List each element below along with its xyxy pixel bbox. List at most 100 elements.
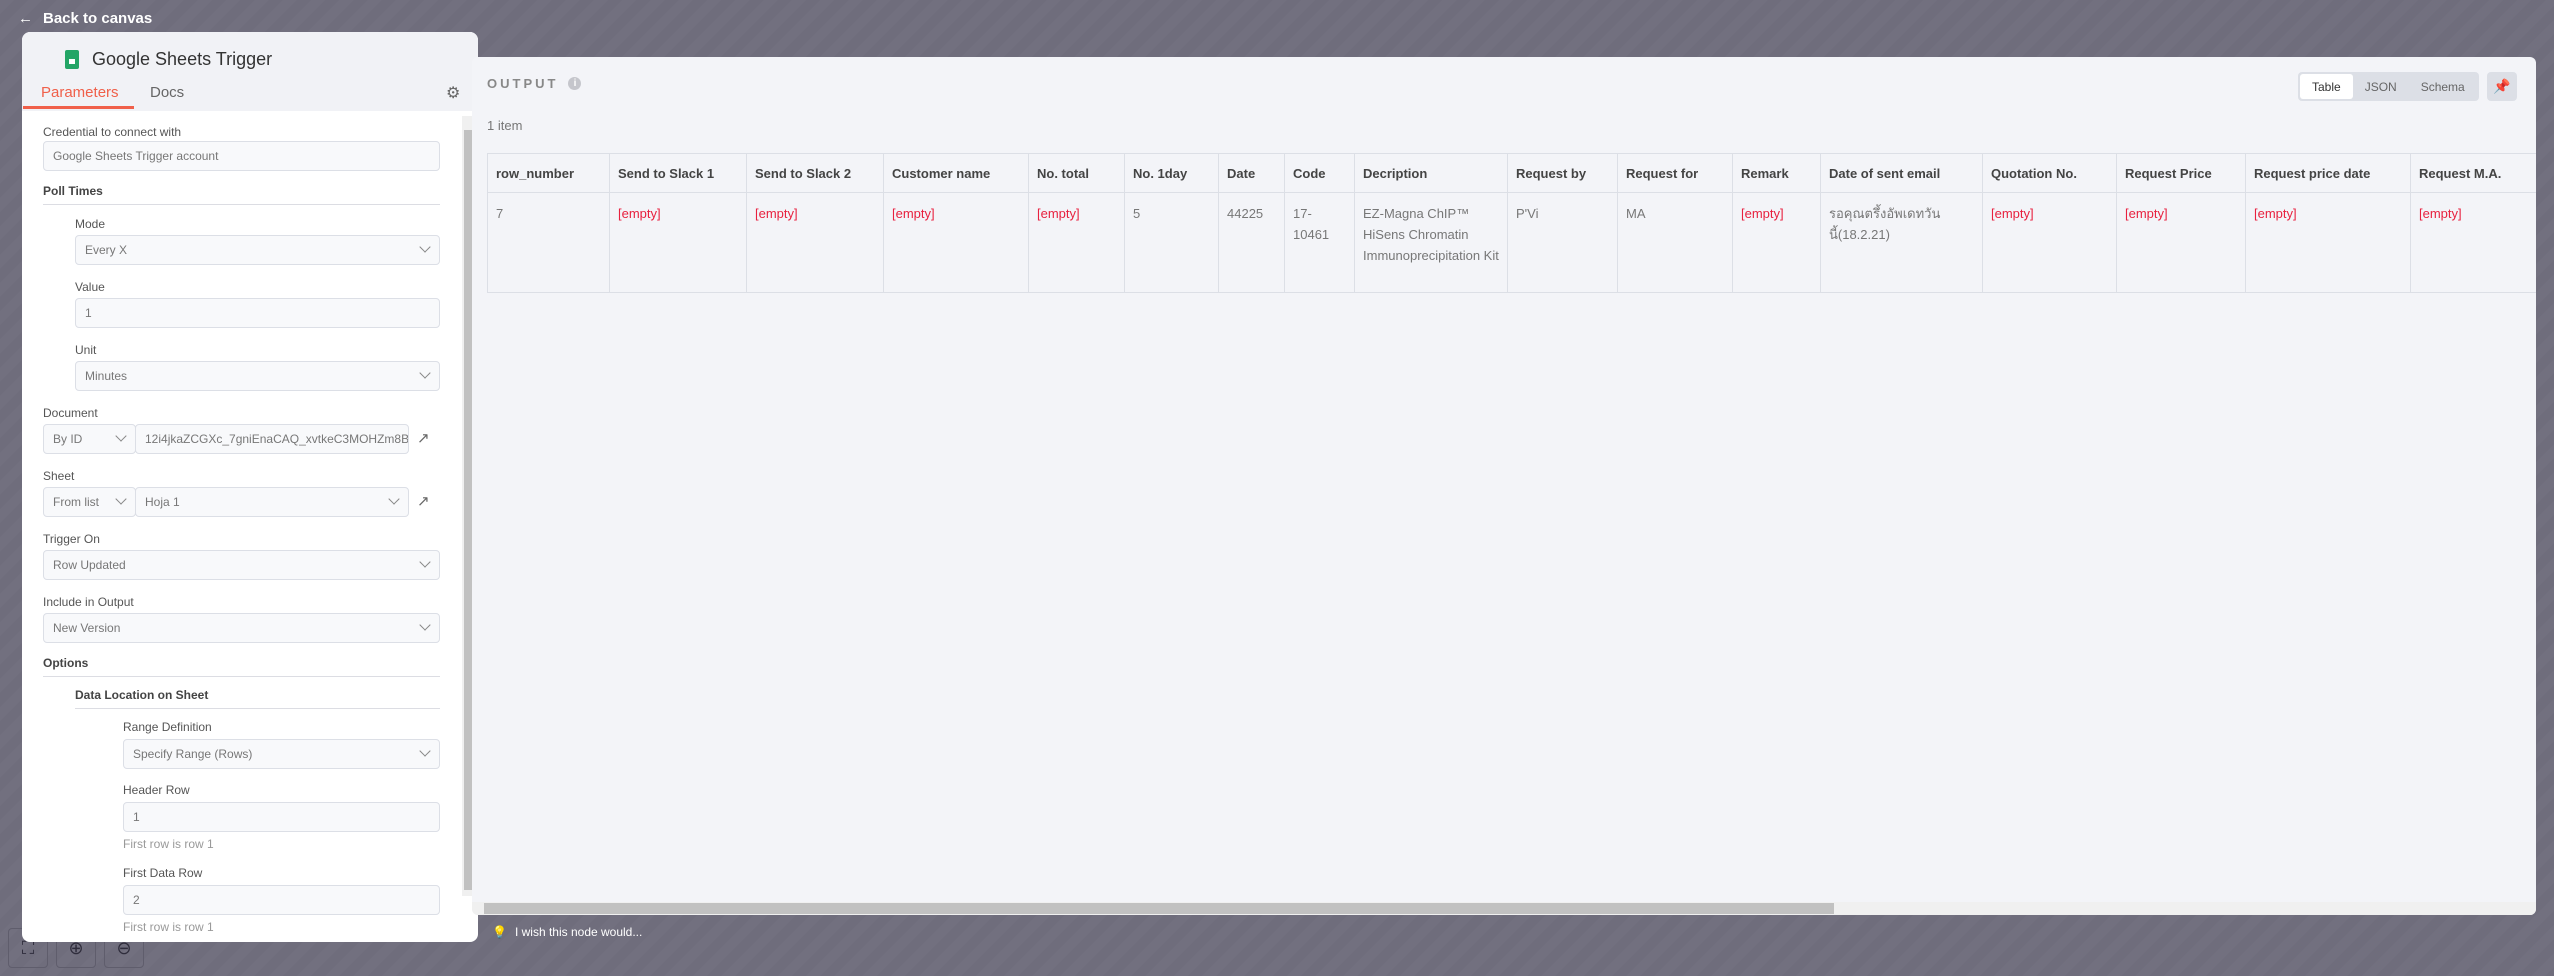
mode-label: Mode <box>75 217 106 231</box>
unit-value: Minutes <box>85 369 128 383</box>
first-data-row-input[interactable]: 2 <box>123 885 440 915</box>
gear-icon[interactable]: ⚙ <box>446 83 460 103</box>
node-parameters-panel: Google Sheets Trigger Parameters Docs ⚙ … <box>22 32 478 942</box>
table-row: 7 [empty] [empty] [empty] [empty] 5 44225 17-10… <box>487 192 2536 293</box>
trigger-on-select[interactable]: Row Updated <box>43 550 440 580</box>
document-mode-value: By ID <box>53 432 83 446</box>
view-json-button[interactable]: JSON <box>2353 74 2409 99</box>
trigger-on-label: Trigger On <box>43 532 100 546</box>
range-definition-label: Range Definition <box>123 720 212 734</box>
info-icon[interactable]: i <box>568 77 582 90</box>
pin-icon: 📌 <box>2493 78 2511 94</box>
pin-data-button[interactable]: 📌 <box>2487 72 2517 101</box>
table-cell: [empty] <box>1028 192 1125 293</box>
external-link-icon[interactable]: ↗ <box>417 429 430 447</box>
credential-label: Credential to connect with <box>43 125 182 139</box>
table-cell: [empty] <box>2116 192 2246 293</box>
table-cell: [empty] <box>2410 192 2536 293</box>
include-select[interactable]: New Version <box>43 613 440 643</box>
sheet-select[interactable]: Hoja 1 <box>135 487 409 517</box>
table-cell: [empty] <box>609 192 747 293</box>
column-header: Decription <box>1354 153 1508 193</box>
document-id-input[interactable]: 12i4jkaZCGXc_7gniEnaCAQ_xvtkeC3MOHZm8By <box>135 424 409 454</box>
table-cell: 7 <box>487 192 610 293</box>
table-cell: รอคุณตรึ้งอัพเดทวันนี้(18.2.21) <box>1820 192 1983 293</box>
google-sheets-icon <box>65 50 79 69</box>
sheet-mode-value: From list <box>53 495 99 509</box>
poll-times-heading: Poll Times <box>43 184 440 205</box>
include-label: Include in Output <box>43 595 134 609</box>
first-data-row-label: First Data Row <box>123 866 203 880</box>
table-header-row: row_number Send to Slack 1 Send to Slack 2… <box>487 153 2536 193</box>
column-header: Quotation No. <box>1982 153 2117 193</box>
table-cell: 5 <box>1124 192 1219 293</box>
mode-value: Every X <box>85 243 128 257</box>
header-row-label: Header Row <box>123 783 190 797</box>
view-toggle: Table JSON Schema <box>2298 72 2479 101</box>
column-header: Date <box>1218 153 1285 193</box>
table-cell: [empty] <box>746 192 884 293</box>
data-location-heading: Data Location on Sheet <box>75 688 440 709</box>
range-definition-select[interactable]: Specify Range (Rows) <box>123 739 440 769</box>
chevron-down-icon <box>115 430 127 442</box>
unit-label: Unit <box>75 343 97 357</box>
column-header: Request M.A. <box>2410 153 2536 193</box>
column-header: Date of sent email <box>1820 153 1983 193</box>
column-header: Code <box>1284 153 1355 193</box>
table-cell: [empty] <box>1732 192 1821 293</box>
chevron-down-icon <box>388 493 400 505</box>
item-count: 1 item <box>487 118 523 133</box>
feedback-link[interactable]: 💡 I wish this node would... <box>492 925 642 939</box>
header-row-hint: First row is row 1 <box>123 837 214 851</box>
sheet-value: Hoja 1 <box>145 495 180 509</box>
column-header: Request Price <box>2116 153 2246 193</box>
sheet-mode-select[interactable]: From list <box>43 487 136 517</box>
table-cell: [empty] <box>883 192 1029 293</box>
column-header: Request by <box>1507 153 1618 193</box>
column-header: Send to Slack 2 <box>746 153 884 193</box>
document-mode-select[interactable]: By ID <box>43 424 136 454</box>
table-cell: P'Vi <box>1507 192 1618 293</box>
horizontal-scrollbar[interactable] <box>472 902 2536 915</box>
table-cell: [empty] <box>1982 192 2117 293</box>
tab-docs[interactable]: Docs <box>150 84 184 101</box>
lightbulb-icon: 💡 <box>492 925 507 939</box>
header-row-input[interactable]: 1 <box>123 802 440 832</box>
sheet-label: Sheet <box>43 469 75 483</box>
panel-header: Google Sheets Trigger Parameters Docs ⚙ <box>22 32 478 111</box>
trigger-on-value: Row Updated <box>53 558 126 572</box>
column-header: row_number <box>487 153 610 193</box>
column-header: Customer name <box>883 153 1029 193</box>
credential-select[interactable]: Google Sheets Trigger account <box>43 141 440 171</box>
chevron-down-icon <box>419 241 431 253</box>
value-input[interactable]: 1 <box>75 298 440 328</box>
column-header: Remark <box>1732 153 1821 193</box>
column-header: No. total <box>1028 153 1125 193</box>
range-definition-value: Specify Range (Rows) <box>133 747 253 761</box>
tab-parameters[interactable]: Parameters <box>23 84 134 109</box>
output-panel: OUTPUT i 1 item Table JSON Schema 📌 row_n… <box>472 57 2536 915</box>
output-heading: OUTPUT i <box>487 76 582 91</box>
arrow-left-icon: ← <box>18 10 33 27</box>
view-schema-button[interactable]: Schema <box>2409 74 2477 99</box>
mode-select[interactable]: Every X <box>75 235 440 265</box>
options-heading: Options <box>43 656 440 677</box>
view-table-button[interactable]: Table <box>2300 74 2353 99</box>
back-to-canvas-button[interactable]: ← Back to canvas <box>18 10 152 27</box>
first-data-row-hint: First row is row 1 <box>123 920 214 934</box>
column-header: Request for <box>1617 153 1733 193</box>
unit-select[interactable]: Minutes <box>75 361 440 391</box>
document-label: Document <box>43 406 98 420</box>
chevron-down-icon <box>419 619 431 631</box>
external-link-icon[interactable]: ↗ <box>417 492 430 510</box>
column-header: Send to Slack 1 <box>609 153 747 193</box>
value-label: Value <box>75 280 105 294</box>
column-header: Request price date <box>2245 153 2411 193</box>
table-cell: [empty] <box>2245 192 2411 293</box>
table-cell: MA <box>1617 192 1733 293</box>
include-value: New Version <box>53 621 121 635</box>
chevron-down-icon <box>419 745 431 757</box>
column-header: No. 1day <box>1124 153 1219 193</box>
node-title: Google Sheets Trigger <box>65 49 272 70</box>
table-cell: 44225 <box>1218 192 1285 293</box>
